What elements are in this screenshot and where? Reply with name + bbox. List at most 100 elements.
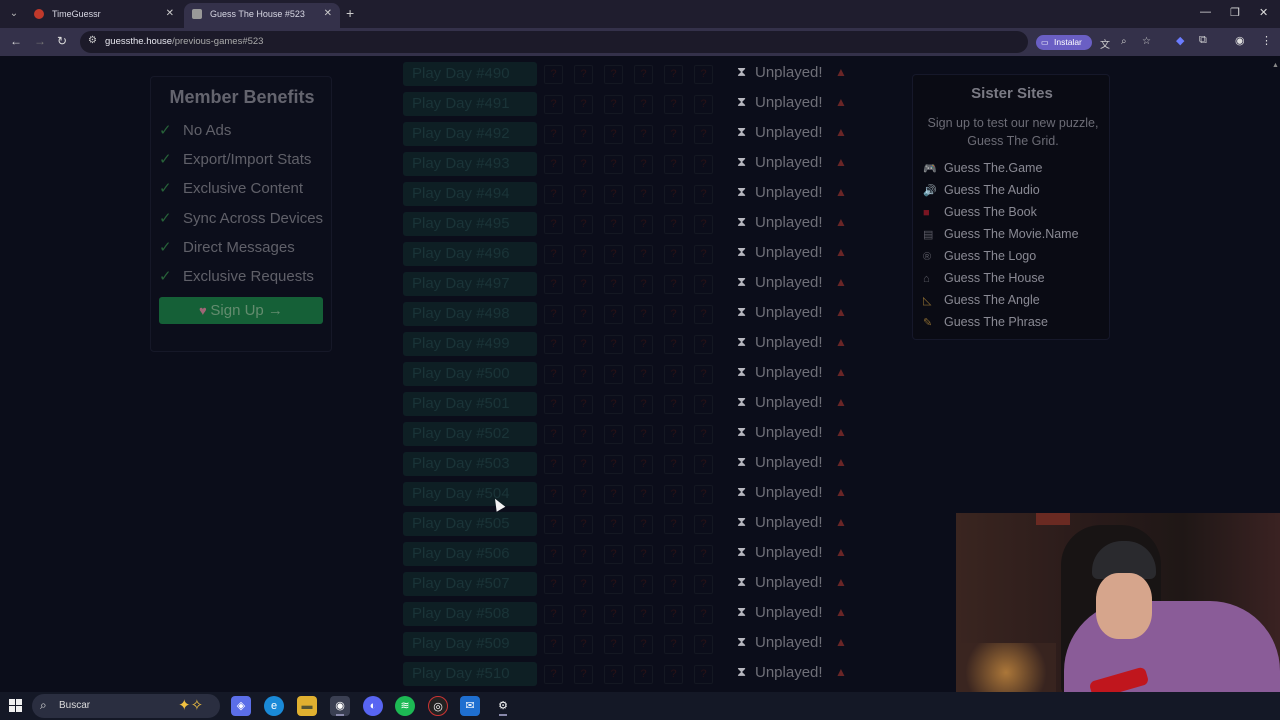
install-app-button[interactable]: ▭ Instalar (1036, 35, 1092, 50)
guess-box: ? (574, 155, 593, 174)
play-day-button[interactable]: Play Day #506 (403, 542, 537, 566)
guess-box: ? (634, 245, 653, 264)
warning-icon: ▲ (835, 95, 847, 109)
url-path: /previous-games#523 (172, 36, 264, 47)
play-day-button[interactable]: Play Day #496 (403, 242, 537, 266)
sister-site-link[interactable]: ® Guess The Logo (923, 249, 1036, 263)
play-day-button[interactable]: Play Day #501 (403, 392, 537, 416)
hourglass-icon: ⧗ (737, 664, 747, 679)
tab-timeguessr[interactable]: TimeGuessr ✕ (26, 3, 182, 28)
play-day-button[interactable]: Play Day #492 (403, 122, 537, 146)
game-status: Unplayed! (755, 544, 823, 561)
game-status: Unplayed! (755, 574, 823, 591)
guess-box: ? (664, 275, 683, 294)
play-day-button[interactable]: Play Day #495 (403, 212, 537, 236)
running-indicator (336, 714, 344, 716)
sister-site-link[interactable]: ⌂ Guess The House (923, 271, 1045, 285)
play-day-button[interactable]: Play Day #508 (403, 602, 537, 626)
warning-icon: ▲ (835, 455, 847, 469)
game-status: Unplayed! (755, 424, 823, 441)
file-explorer-icon[interactable]: ▬ (297, 696, 317, 716)
game-status: Unplayed! (755, 244, 823, 261)
star-icon[interactable]: ☆ (1142, 36, 1151, 47)
play-day-button[interactable]: Play Day #499 (403, 332, 537, 356)
url-text[interactable]: guessthe.house/previous-games#523 (105, 36, 263, 47)
mail-icon[interactable]: ✉ (460, 696, 480, 716)
sign-up-button[interactable]: ♥ Sign Up → (159, 297, 323, 324)
sister-site-link[interactable]: ▤ Guess The Movie.Name (923, 227, 1079, 241)
window-close-icon[interactable]: ✕ (1259, 6, 1268, 19)
speaker-icon: 🔊 (923, 185, 937, 197)
puzzle-icon[interactable]: ⧉ (1199, 34, 1207, 47)
guess-box: ? (544, 635, 563, 654)
guess-box: ? (604, 215, 623, 234)
hourglass-icon: ⧗ (737, 574, 747, 589)
extension-icon[interactable]: ◆ (1176, 34, 1184, 47)
play-day-button[interactable]: Play Day #493 (403, 152, 537, 176)
spotify-icon[interactable]: ≋ (395, 696, 415, 716)
steam-icon[interactable]: ⚙ (493, 696, 513, 716)
guess-box: ? (544, 515, 563, 534)
copilot-icon[interactable]: ◈ (231, 696, 251, 716)
chrome-icon[interactable]: ◉ (330, 696, 350, 716)
hourglass-icon: ⧗ (737, 184, 747, 199)
sister-site-link[interactable]: ◺ Guess The Angle (923, 293, 1040, 307)
tune-icon[interactable]: ⚙ (88, 35, 97, 46)
play-day-button[interactable]: Play Day #500 (403, 362, 537, 386)
play-day-button[interactable]: Play Day #503 (403, 452, 537, 476)
zoom-icon[interactable]: ⌕ (1121, 36, 1127, 47)
windows-taskbar: ⌕ Buscar ✦✧ ◈ e ▬ ◉ ◐ ≋ ◎ ✉ ⚙ (0, 692, 1280, 720)
close-icon[interactable]: ✕ (324, 3, 332, 25)
windows-start-icon[interactable] (9, 699, 23, 713)
restore-icon[interactable]: ❐ (1230, 6, 1240, 19)
site-label: Guess The Audio (944, 183, 1040, 197)
guess-box: ? (664, 305, 683, 324)
minimize-icon[interactable]: — (1200, 6, 1211, 18)
play-day-button[interactable]: Play Day #510 (403, 662, 537, 686)
play-day-button[interactable]: Play Day #502 (403, 422, 537, 446)
reload-icon[interactable]: ↻ (57, 34, 67, 48)
forward-arrow-icon[interactable]: → (34, 34, 46, 48)
game-status: Unplayed! (755, 274, 823, 291)
game-row: Play Day #504?????? ⧗ Unplayed! ▲ (403, 482, 863, 506)
game-status: Unplayed! (755, 214, 823, 231)
new-tab-icon[interactable]: + (346, 5, 354, 21)
app-icon[interactable]: ◎ (428, 696, 448, 716)
guess-box: ? (604, 125, 623, 144)
guess-box: ? (694, 665, 713, 684)
game-row: Play Day #508?????? ⧗ Unplayed! ▲ (403, 602, 863, 626)
sister-site-link[interactable]: ■ Guess The Book (923, 205, 1037, 219)
guess-box: ? (634, 215, 653, 234)
play-day-button[interactable]: Play Day #494 (403, 182, 537, 206)
play-day-button[interactable]: Play Day #509 (403, 632, 537, 656)
address-bar[interactable]: ⚙ guessthe.house/previous-games#523 ▭ In… (80, 31, 1151, 53)
guess-box: ? (574, 635, 593, 654)
play-day-button[interactable]: Play Day #490 (403, 62, 537, 86)
scrollbar-up-arrow-icon[interactable]: ▲ (1272, 62, 1279, 74)
guess-box: ? (604, 515, 623, 534)
profile-icon[interactable]: ◉ (1235, 34, 1245, 47)
play-day-button[interactable]: Play Day #505 (403, 512, 537, 536)
sister-site-link[interactable]: 🎮 Guess The.Game (923, 161, 1042, 175)
play-day-button[interactable]: Play Day #491 (403, 92, 537, 116)
sister-site-link[interactable]: 🔊 Guess The Audio (923, 183, 1040, 197)
edge-icon[interactable]: e (264, 696, 284, 716)
guess-box: ? (604, 485, 623, 504)
guess-box: ? (544, 125, 563, 144)
guess-box: ? (574, 485, 593, 504)
play-day-button[interactable]: Play Day #497 (403, 272, 537, 296)
play-day-button[interactable]: Play Day #507 (403, 572, 537, 596)
kebab-menu-icon[interactable]: ⋮ (1261, 34, 1272, 47)
translate-icon[interactable]: 文 (1100, 36, 1110, 51)
game-row: Play Day #505?????? ⧗ Unplayed! ▲ (403, 512, 863, 536)
taskbar-search-box[interactable]: ⌕ Buscar ✦✧ (32, 694, 220, 718)
guess-box: ? (544, 65, 563, 84)
play-day-button[interactable]: Play Day #498 (403, 302, 537, 326)
tab-guess-the-house[interactable]: Guess The House #523 ✕ (184, 3, 340, 28)
sister-site-link[interactable]: ✎ Guess The Phrase (923, 315, 1048, 329)
discord-icon[interactable]: ◐ (363, 696, 383, 716)
play-day-button[interactable]: Play Day #504 (403, 482, 537, 506)
close-icon[interactable]: ✕ (166, 3, 174, 25)
tab-search-icon[interactable]: ⌄ (6, 6, 22, 22)
back-arrow-icon[interactable]: ← (10, 34, 22, 48)
